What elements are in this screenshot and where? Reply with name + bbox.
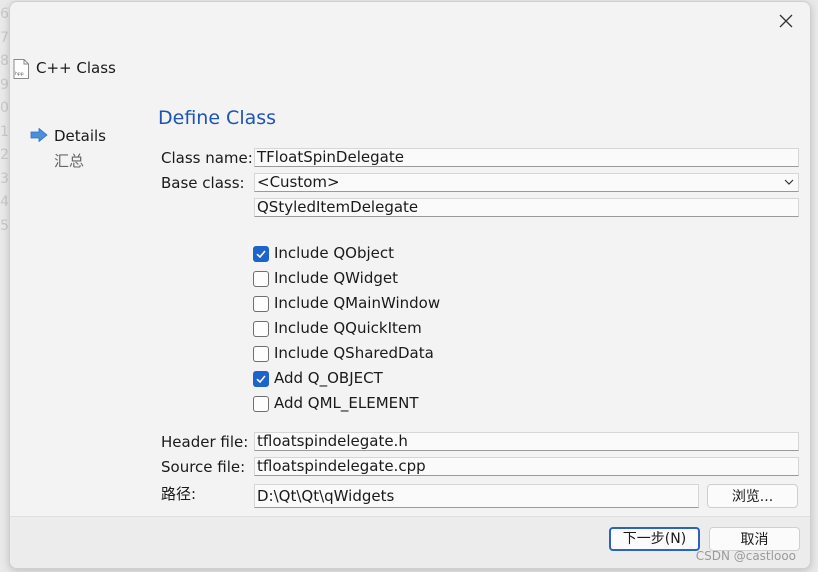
nav-item-label: Details xyxy=(54,127,107,145)
checkbox-label: Include QSharedData xyxy=(274,344,434,362)
next-button[interactable]: 下一步(N) xyxy=(609,527,700,551)
header-file-input[interactable]: tfloatspindelegate.h xyxy=(254,432,799,451)
source-file-input[interactable]: tfloatspindelegate.cpp xyxy=(254,457,799,476)
base-class-label: Base class: xyxy=(161,174,245,192)
svg-text:hpp: hpp xyxy=(15,71,24,77)
path-input[interactable]: D:\Qt\Qt\qWidgets xyxy=(254,484,699,508)
checkbox-box[interactable] xyxy=(253,396,269,412)
hpp-file-icon: hpp xyxy=(13,59,29,79)
base-class-selected-value: <Custom> xyxy=(257,173,340,191)
checkbox-label: Add Q_OBJECT xyxy=(274,369,383,387)
class-name-label: Class name: xyxy=(161,149,253,167)
checkbox-label: Include QMainWindow xyxy=(274,294,441,312)
custom-base-class-input[interactable]: QStyledItemDelegate xyxy=(254,198,799,217)
checkbox-box[interactable] xyxy=(253,246,269,262)
arrow-right-icon xyxy=(30,128,48,142)
browse-button[interactable]: 浏览... xyxy=(707,484,798,508)
check-icon xyxy=(256,375,266,384)
checkbox-label: Include QObject xyxy=(274,244,395,262)
checkbox-box[interactable] xyxy=(253,296,269,312)
checkbox-box[interactable] xyxy=(253,371,269,387)
close-button[interactable] xyxy=(776,11,796,31)
header-file-label: Header file: xyxy=(161,433,249,451)
checkbox-box[interactable] xyxy=(253,321,269,337)
class-name-input[interactable]: TFloatSpinDelegate xyxy=(254,148,799,167)
dialog-title: C++ Class xyxy=(36,59,116,77)
checkbox-label: Include QQuickItem xyxy=(274,319,422,337)
chevron-down-icon xyxy=(784,179,794,185)
checkbox-box[interactable] xyxy=(253,271,269,287)
watermark: CSDN @castlooo xyxy=(695,549,796,563)
checkbox-label: Include QWidget xyxy=(274,269,398,287)
new-class-dialog: hpp C++ Class Details 汇总 Define Class Cl… xyxy=(9,1,811,569)
close-icon xyxy=(779,14,793,28)
checkbox-box[interactable] xyxy=(253,346,269,362)
path-label: 路径: xyxy=(161,485,197,503)
dialog-footer: 下一步(N) 取消 CSDN @castlooo xyxy=(10,516,810,568)
checkbox-label: Add QML_ELEMENT xyxy=(274,394,419,412)
check-icon xyxy=(256,250,266,259)
cancel-button[interactable]: 取消 xyxy=(709,527,800,551)
source-file-label: Source file: xyxy=(161,458,246,476)
section-title: Define Class xyxy=(158,107,277,129)
base-class-select[interactable]: <Custom> xyxy=(254,173,799,192)
nav-item-label: 汇总 xyxy=(54,152,85,170)
